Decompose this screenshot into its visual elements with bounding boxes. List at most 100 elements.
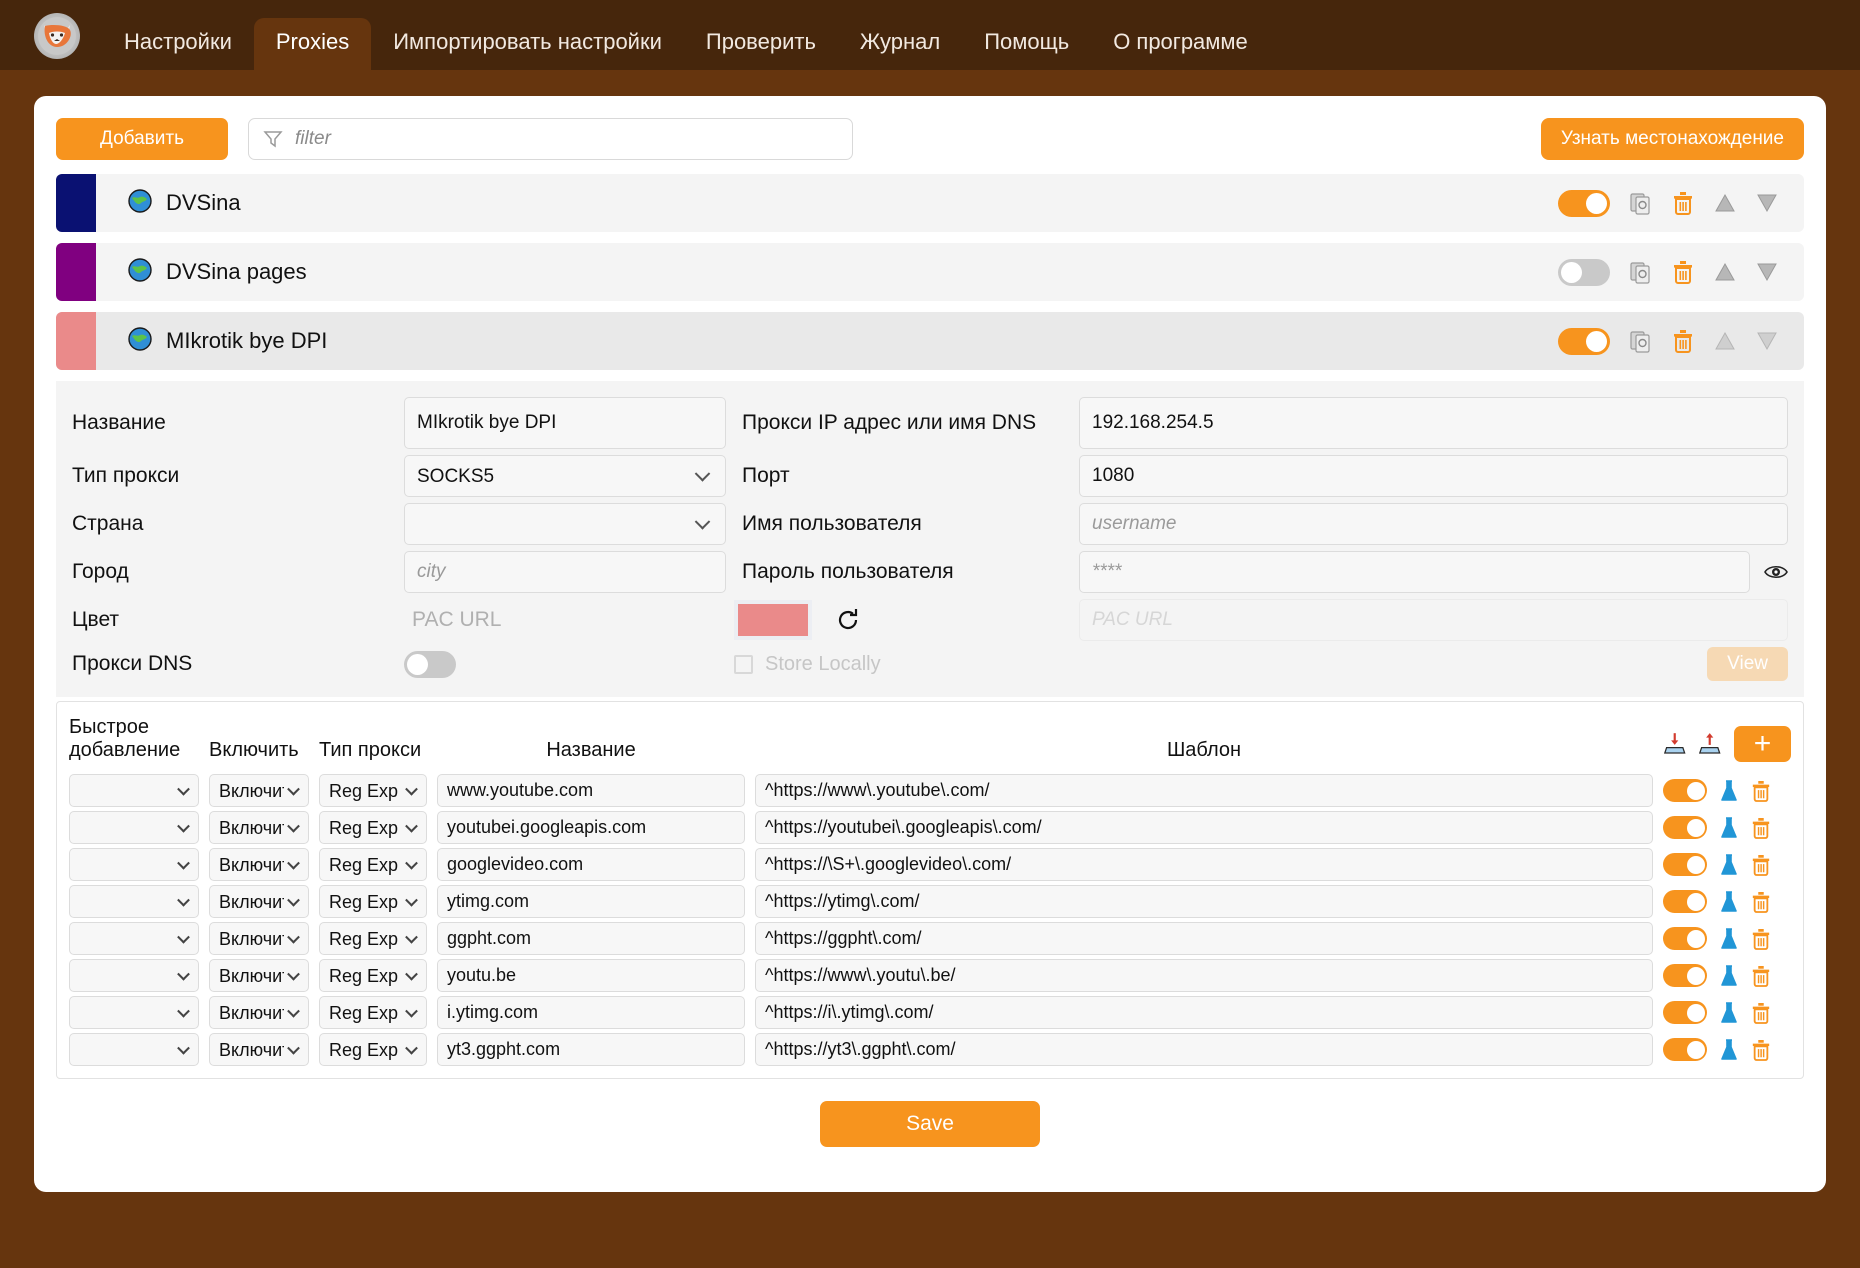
trash-icon[interactable] [1751, 928, 1771, 950]
rule-name-input[interactable] [437, 1033, 745, 1066]
triangle-up-icon[interactable] [1714, 193, 1736, 213]
triangle-up-icon[interactable] [1714, 262, 1736, 282]
rule-enable-toggle[interactable] [1663, 964, 1707, 987]
rule-enable-toggle[interactable] [1663, 890, 1707, 913]
username-input[interactable] [1079, 503, 1788, 545]
rule-pattern-input[interactable] [755, 1033, 1653, 1066]
rule-enable-toggle[interactable] [1663, 779, 1707, 802]
trash-icon[interactable] [1751, 1002, 1771, 1024]
trash-icon[interactable] [1751, 817, 1771, 839]
rule-name-input[interactable] [437, 922, 745, 955]
country-select[interactable] [404, 503, 726, 545]
enable-select[interactable]: Включить [209, 996, 309, 1029]
rule-type-select[interactable]: Reg Exp [319, 922, 427, 955]
flask-icon[interactable] [1719, 964, 1739, 987]
add-proxy-button[interactable]: Добавить [56, 118, 228, 160]
flask-icon[interactable] [1719, 779, 1739, 802]
proxy-enable-toggle[interactable] [1558, 189, 1610, 217]
pac-url-input[interactable] [1079, 599, 1788, 641]
filter-field[interactable] [248, 118, 853, 160]
nav-item-about[interactable]: О программе [1091, 18, 1270, 70]
triangle-up-icon[interactable] [1714, 331, 1736, 351]
copy-icon[interactable] [1630, 260, 1652, 284]
quick-add-select[interactable] [69, 1033, 199, 1066]
store-locally-row[interactable]: Store Locally [734, 653, 1079, 676]
triangle-down-icon[interactable] [1756, 262, 1778, 282]
rule-pattern-input[interactable] [755, 996, 1653, 1029]
nav-item-import-settings[interactable]: Импортировать настройки [371, 18, 684, 70]
proxy-type-select[interactable]: SOCKS5 [404, 455, 726, 497]
quick-add-select[interactable] [69, 774, 199, 807]
proxy-dns-toggle[interactable] [404, 650, 456, 678]
quick-add-select[interactable] [69, 922, 199, 955]
triangle-down-icon[interactable] [1756, 331, 1778, 351]
rule-pattern-input[interactable] [755, 811, 1653, 844]
flask-icon[interactable] [1719, 1001, 1739, 1024]
nav-item-log[interactable]: Журнал [838, 18, 962, 70]
flask-icon[interactable] [1719, 927, 1739, 950]
trash-icon[interactable] [1672, 260, 1694, 284]
proxy-enable-toggle[interactable] [1558, 258, 1610, 286]
add-rule-button[interactable]: + [1733, 726, 1791, 762]
rule-type-select[interactable]: Reg Exp [319, 1033, 427, 1066]
trash-icon[interactable] [1751, 780, 1771, 802]
trash-icon[interactable] [1751, 965, 1771, 987]
nav-item-help[interactable]: Помощь [962, 18, 1091, 70]
enable-select[interactable]: Включить [209, 885, 309, 918]
rule-enable-toggle[interactable] [1663, 1038, 1707, 1061]
rule-name-input[interactable] [437, 774, 745, 807]
trash-icon[interactable] [1751, 1039, 1771, 1061]
import-icon[interactable] [1663, 731, 1686, 757]
proxy-ip-input[interactable] [1079, 397, 1788, 449]
quick-add-select[interactable] [69, 811, 199, 844]
export-icon[interactable] [1698, 731, 1721, 757]
copy-icon[interactable] [1630, 191, 1652, 215]
trash-icon[interactable] [1751, 854, 1771, 876]
rule-enable-toggle[interactable] [1663, 853, 1707, 876]
rule-name-input[interactable] [437, 885, 745, 918]
copy-icon[interactable] [1630, 329, 1652, 353]
trash-icon[interactable] [1672, 191, 1694, 215]
rule-type-select[interactable]: Reg Exp [319, 996, 427, 1029]
enable-select[interactable]: Включить [209, 848, 309, 881]
eye-icon[interactable] [1764, 563, 1788, 581]
triangle-down-icon[interactable] [1756, 193, 1778, 213]
refresh-icon[interactable] [834, 606, 862, 634]
flask-icon[interactable] [1719, 853, 1739, 876]
rule-enable-toggle[interactable] [1663, 816, 1707, 839]
trash-icon[interactable] [1672, 329, 1694, 353]
proxy-enable-toggle[interactable] [1558, 327, 1610, 355]
name-input[interactable] [404, 397, 726, 449]
port-input[interactable] [1079, 455, 1788, 497]
quick-add-select[interactable] [69, 996, 199, 1029]
view-pac-button[interactable]: View [1707, 647, 1788, 681]
rule-pattern-input[interactable] [755, 885, 1653, 918]
nav-item-proxies[interactable]: Proxies [253, 18, 372, 70]
rule-type-select[interactable]: Reg Exp [319, 848, 427, 881]
trash-icon[interactable] [1751, 891, 1771, 913]
rule-enable-toggle[interactable] [1663, 1001, 1707, 1024]
enable-select[interactable]: Включить [209, 774, 309, 807]
rule-type-select[interactable]: Reg Exp [319, 959, 427, 992]
quick-add-select[interactable] [69, 959, 199, 992]
rule-name-input[interactable] [437, 996, 745, 1029]
color-picker[interactable] [734, 600, 812, 640]
city-input[interactable] [404, 551, 726, 593]
rule-enable-toggle[interactable] [1663, 927, 1707, 950]
nav-item-settings[interactable]: Настройки [102, 18, 254, 70]
rule-name-input[interactable] [437, 811, 745, 844]
password-input[interactable] [1079, 551, 1750, 593]
enable-select[interactable]: Включить [209, 922, 309, 955]
search-input[interactable] [293, 127, 852, 151]
flask-icon[interactable] [1719, 890, 1739, 913]
rule-name-input[interactable] [437, 848, 745, 881]
rule-name-input[interactable] [437, 959, 745, 992]
proxy-list-item[interactable]: DVSina pages [56, 243, 1804, 301]
rule-pattern-input[interactable] [755, 922, 1653, 955]
proxy-list-item[interactable]: MIkrotik bye DPI [56, 312, 1804, 370]
rule-type-select[interactable]: Reg Exp [319, 774, 427, 807]
quick-add-select[interactable] [69, 848, 199, 881]
nav-item-check[interactable]: Проверить [684, 18, 838, 70]
enable-select[interactable]: Включить [209, 811, 309, 844]
store-locally-checkbox[interactable] [734, 654, 753, 674]
